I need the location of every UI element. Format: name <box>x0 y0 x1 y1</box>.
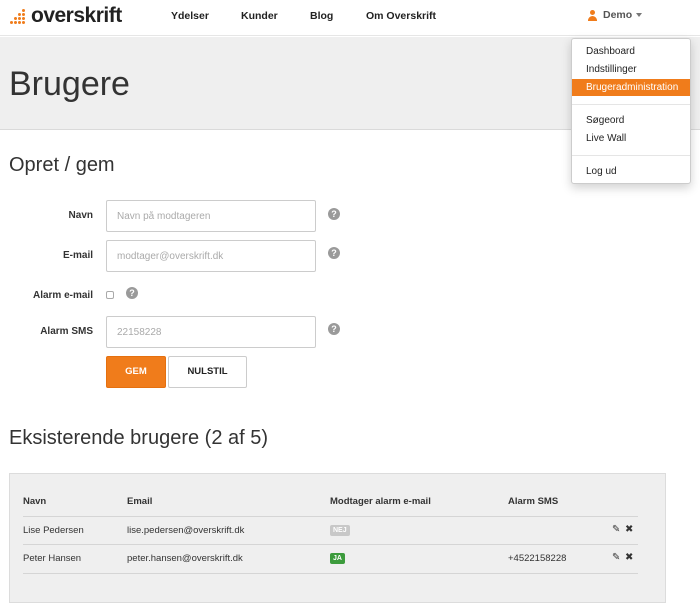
users-section-title: Eksisterende brugere (2 af 5) <box>9 427 269 449</box>
user-menu-toggle[interactable]: Demo <box>587 9 643 21</box>
nav-link-ydelser[interactable]: Ydelser <box>171 10 209 22</box>
column-header-name: Navn <box>23 496 47 507</box>
edit-pencil-icon[interactable]: ✎ <box>612 553 620 563</box>
cell-name: Lise Pedersen <box>23 525 84 536</box>
alarm-email-label: Alarm e-mail <box>32 290 93 301</box>
user-icon <box>587 9 598 21</box>
page-title: Brugere <box>9 65 130 103</box>
alarm-email-checkbox[interactable] <box>106 291 114 299</box>
row-divider <box>23 516 638 517</box>
email-label: E-mail <box>62 250 93 261</box>
cell-email: lise.pedersen@overskrift.dk <box>127 525 245 536</box>
logo[interactable]: overskrift <box>10 4 122 28</box>
column-header-alarm-email: Modtager alarm e-mail <box>330 496 431 507</box>
delete-x-icon[interactable]: ✖ <box>625 553 633 563</box>
nav-link-blog[interactable]: Blog <box>310 10 333 22</box>
user-dropdown-menu: Dashboard Indstillinger Brugeradministra… <box>571 38 691 184</box>
nav-link-kunder[interactable]: Kunder <box>241 10 278 22</box>
menu-item-soegeord[interactable]: Søgeord <box>572 112 690 129</box>
sms-input[interactable] <box>106 316 316 348</box>
status-badge: NEJ <box>330 525 350 536</box>
reset-button[interactable]: NULSTIL <box>168 356 247 388</box>
menu-item-dashboard[interactable]: Dashboard <box>572 43 690 60</box>
help-icon[interactable]: ? <box>328 323 340 335</box>
logo-dots-icon <box>10 7 28 25</box>
save-button[interactable]: GEM <box>106 356 166 388</box>
sms-label: Alarm SMS <box>40 326 93 337</box>
user-name: Demo <box>603 9 633 21</box>
cell-name: Peter Hansen <box>23 553 82 564</box>
help-icon[interactable]: ? <box>328 247 340 259</box>
column-header-email: Email <box>127 496 153 507</box>
email-input[interactable] <box>106 240 316 272</box>
help-icon[interactable]: ? <box>328 208 340 220</box>
row-divider <box>23 544 638 545</box>
caret-down-icon <box>636 13 643 17</box>
users-table-panel <box>9 473 666 603</box>
help-icon[interactable]: ? <box>126 287 138 299</box>
menu-divider <box>572 104 690 105</box>
delete-x-icon[interactable]: ✖ <box>625 525 633 535</box>
menu-item-indstillinger[interactable]: Indstillinger <box>572 61 690 78</box>
column-header-alarm-sms: Alarm SMS <box>508 496 559 507</box>
edit-pencil-icon[interactable]: ✎ <box>612 525 620 535</box>
logo-text: overskrift <box>31 4 122 27</box>
status-badge: JA <box>330 553 345 564</box>
top-navbar: overskrift Ydelser Kunder Blog Om Oversk… <box>0 0 700 36</box>
name-label: Navn <box>68 210 93 221</box>
menu-item-brugeradministration[interactable]: Brugeradministration <box>572 79 690 96</box>
cell-sms: +4522158228 <box>508 553 567 564</box>
nav-link-om-overskrift[interactable]: Om Overskrift <box>366 10 436 22</box>
menu-item-log-ud[interactable]: Log ud <box>572 163 690 180</box>
row-divider <box>23 573 638 574</box>
cell-email: peter.hansen@overskrift.dk <box>127 553 243 564</box>
form-section-title: Opret / gem <box>9 154 115 176</box>
menu-divider <box>572 155 690 156</box>
menu-item-live-wall[interactable]: Live Wall <box>572 130 690 147</box>
name-input[interactable] <box>106 200 316 232</box>
